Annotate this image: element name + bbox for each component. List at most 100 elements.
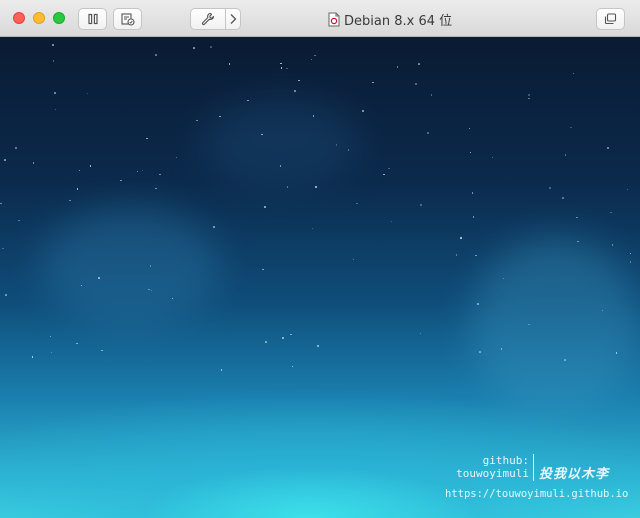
star	[629, 261, 632, 263]
star	[18, 219, 20, 222]
star	[2, 247, 4, 250]
star	[196, 119, 198, 122]
fullscreen-button[interactable]	[596, 8, 625, 30]
star	[418, 63, 420, 65]
settings-menu-button[interactable]	[226, 9, 240, 29]
star	[193, 47, 195, 49]
vm-document-icon	[328, 12, 340, 26]
star	[572, 72, 575, 75]
watermark: github: touwoyimuli 投我以木李 https://touwoy…	[445, 454, 628, 500]
star	[388, 167, 390, 170]
star	[155, 187, 157, 190]
guest-desktop[interactable]: github: touwoyimuli 投我以木李 https://touwoy…	[0, 37, 640, 518]
star	[311, 227, 314, 230]
watermark-github: github: touwoyimuli	[447, 454, 529, 480]
star	[52, 44, 54, 46]
close-window-button[interactable]	[13, 12, 25, 24]
star	[315, 186, 317, 188]
star	[577, 240, 579, 243]
nebula-haze	[40, 207, 220, 327]
star	[5, 294, 7, 296]
star	[282, 337, 284, 339]
star	[86, 92, 89, 95]
star	[420, 204, 422, 206]
star	[50, 351, 53, 354]
star	[576, 216, 578, 219]
star	[469, 151, 472, 154]
nebula-haze	[470, 237, 640, 417]
star	[155, 54, 157, 56]
maximize-window-button[interactable]	[53, 12, 65, 24]
star	[220, 369, 223, 371]
star	[52, 60, 55, 62]
snapshot-icon	[120, 12, 135, 26]
star	[415, 83, 417, 85]
wrench-icon	[202, 12, 215, 26]
star	[335, 144, 338, 146]
star	[611, 244, 614, 246]
watermark-brand: 投我以木李	[539, 467, 610, 482]
star	[314, 54, 316, 57]
star	[141, 169, 144, 172]
star	[101, 349, 103, 352]
star	[210, 46, 212, 48]
star	[150, 289, 153, 292]
star	[89, 165, 92, 167]
star	[290, 333, 292, 336]
star	[291, 365, 294, 368]
title-bar[interactable]: Debian 8.x 64 位	[0, 0, 640, 37]
vm-window: Debian 8.x 64 位 github: touwoyimuli 投我以木…	[0, 0, 640, 518]
watermark-github-label: github:	[482, 454, 529, 467]
chevron-right-icon	[230, 14, 237, 24]
star	[460, 237, 462, 239]
star	[356, 202, 358, 205]
star	[294, 90, 296, 92]
star	[280, 67, 283, 69]
star	[280, 62, 282, 65]
star	[475, 254, 477, 257]
star	[564, 154, 567, 156]
star	[549, 187, 551, 189]
star	[32, 162, 35, 164]
star	[427, 132, 429, 134]
window-title: Debian 8.x 64 位	[328, 10, 452, 29]
star	[468, 127, 471, 130]
star	[247, 99, 249, 102]
star	[471, 192, 474, 194]
star	[383, 173, 385, 176]
star	[265, 341, 267, 343]
settings-button[interactable]	[191, 9, 227, 29]
pause-button[interactable]	[78, 8, 107, 30]
star	[286, 186, 289, 188]
star	[0, 202, 2, 205]
watermark-divider	[533, 454, 534, 481]
star	[477, 303, 479, 305]
star	[626, 188, 629, 191]
star	[69, 199, 71, 202]
star	[564, 359, 566, 361]
star	[419, 332, 422, 335]
star	[528, 323, 530, 326]
star	[49, 335, 52, 338]
star	[570, 126, 572, 129]
snapshot-button[interactable]	[113, 8, 142, 30]
star	[175, 156, 178, 159]
minimize-window-button[interactable]	[33, 12, 45, 24]
star	[491, 156, 494, 159]
star	[54, 108, 57, 111]
star	[610, 211, 612, 214]
watermark-url: https://touwoyimuli.github.io	[445, 488, 629, 500]
star	[500, 348, 503, 350]
star	[264, 206, 266, 208]
star	[261, 133, 263, 136]
star	[286, 67, 288, 70]
star	[76, 188, 79, 190]
star	[279, 165, 282, 167]
star	[76, 342, 78, 345]
star	[562, 197, 564, 199]
settings-button-group	[190, 8, 241, 30]
star	[159, 173, 161, 176]
pause-icon	[87, 13, 98, 25]
star	[629, 252, 632, 255]
star	[228, 63, 231, 65]
